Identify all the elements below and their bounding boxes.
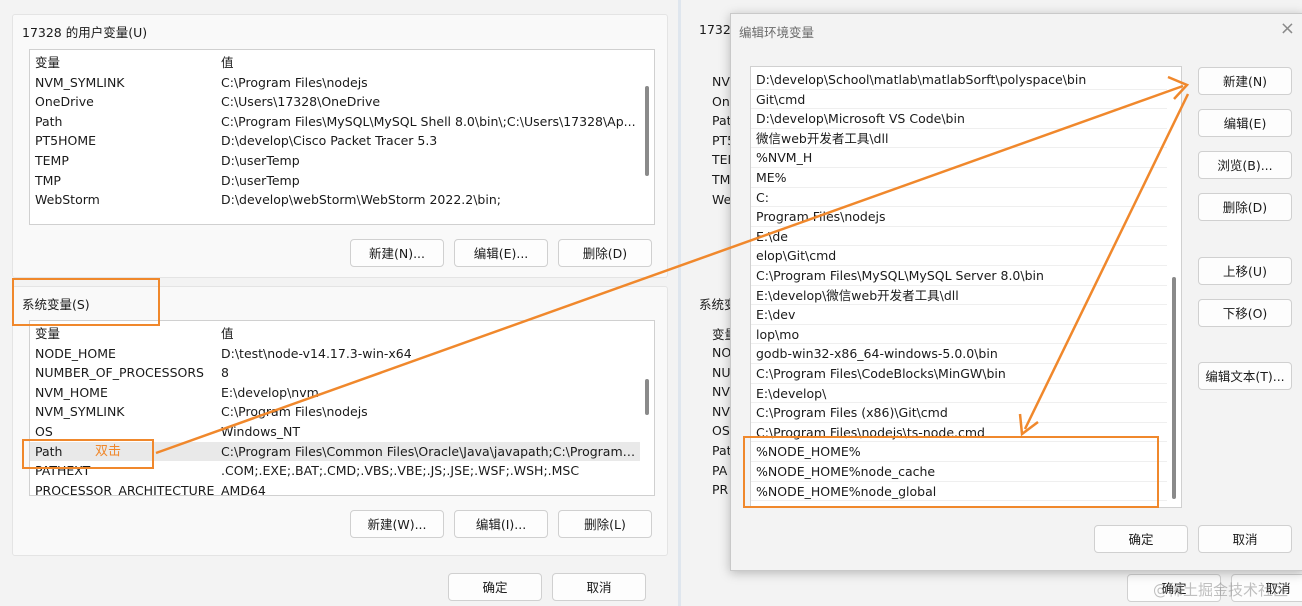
arrow-path-to-new <box>155 84 1184 455</box>
arrow-new-to-list <box>1023 93 1190 430</box>
arrowhead <box>1018 413 1039 437</box>
watermark: @稀土掘金技术社区 <box>1152 581 1288 599</box>
annotation-arrows <box>155 75 1190 455</box>
